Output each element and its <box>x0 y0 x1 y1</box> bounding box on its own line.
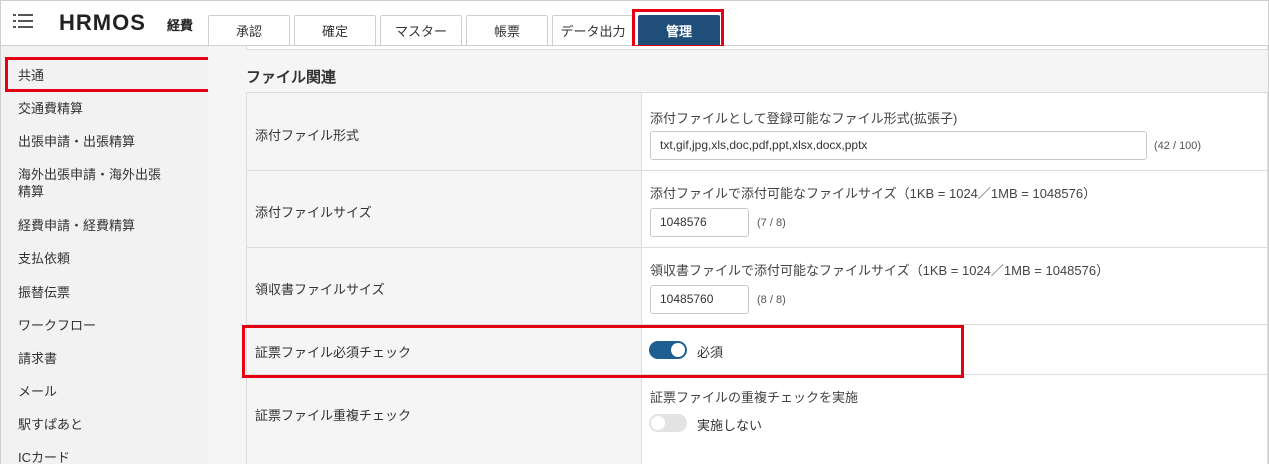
sidebar-item-common[interactable]: 共通 <box>18 67 44 84</box>
receipt-size-input[interactable]: 10485760 <box>650 285 749 314</box>
row-label-cell: 証票ファイル必須チェック <box>247 325 642 374</box>
row-description: 領収書ファイルで添付可能なファイルサイズ（1KB = 1024／1MB = 10… <box>650 263 1110 278</box>
toggle-knob <box>671 343 685 357</box>
row-label-cell: 添付ファイル形式 <box>247 93 642 170</box>
sidebar: 共通 交通費精算 出張申請・出張精算 海外出張申請・海外出張 精算 経費申請・経… <box>1 46 208 464</box>
tab-admin[interactable]: 管理 <box>638 15 720 45</box>
voucher-duplicate-toggle[interactable] <box>649 414 687 432</box>
row-label: 領収書ファイルサイズ <box>255 282 385 297</box>
previous-section-edge <box>246 46 1268 50</box>
sidebar-item-transport-expense[interactable]: 交通費精算 <box>18 100 83 117</box>
row-label: 証票ファイル必須チェック <box>255 345 412 360</box>
sidebar-item-transfer-slip[interactable]: 振替伝票 <box>18 284 70 301</box>
row-label-cell: 添付ファイルサイズ <box>247 171 642 247</box>
row-label-cell: 証票ファイル重複チェック <box>247 375 642 464</box>
tab-approval[interactable]: 承認 <box>208 15 290 45</box>
setting-row-voucher-required: 証票ファイル必須チェック 必須 <box>247 325 1267 375</box>
setting-row-file-size: 添付ファイルサイズ 添付ファイルで添付可能なファイルサイズ（1KB = 1024… <box>247 171 1267 248</box>
row-label: 添付ファイルサイズ <box>255 205 372 220</box>
sidebar-item-business-trip[interactable]: 出張申請・出張精算 <box>18 133 135 150</box>
app-logo: HRMOS <box>59 10 146 35</box>
setting-row-file-format: 添付ファイル形式 添付ファイルとして登録可能なファイル形式(拡張子) txt,g… <box>247 93 1267 171</box>
tab-data-export[interactable]: データ出力 <box>552 15 634 45</box>
char-counter: (42 / 100) <box>1154 140 1202 152</box>
tab-forms[interactable]: 帳票 <box>466 15 548 45</box>
sidebar-item-workflow[interactable]: ワークフロー <box>18 317 96 334</box>
toggle-label: 必須 <box>697 345 724 360</box>
sidebar-item-ic-card[interactable]: ICカード <box>18 449 70 464</box>
sidebar-item-overseas-trip-line2[interactable]: 精算 <box>18 183 44 200</box>
char-counter: (8 / 8) <box>757 294 786 306</box>
toggle-knob <box>651 416 665 430</box>
row-description: 添付ファイルで添付可能なファイルサイズ（1KB = 1024／1MB = 104… <box>650 186 1097 201</box>
row-description: 証票ファイルの重複チェックを実施 <box>650 390 859 405</box>
file-format-input[interactable]: txt,gif,jpg,xls,doc,pdf,ppt,xlsx,docx,pp… <box>650 131 1147 160</box>
row-label-cell: 領収書ファイルサイズ <box>247 248 642 324</box>
sidebar-item-payment-request[interactable]: 支払依頼 <box>18 250 70 267</box>
section-title: ファイル関連 <box>246 69 337 86</box>
main-content: ファイル関連 添付ファイル形式 添付ファイルとして登録可能なファイル形式(拡張子… <box>208 46 1268 464</box>
setting-row-receipt-size: 領収書ファイルサイズ 領収書ファイルで添付可能なファイルサイズ（1KB = 10… <box>247 248 1267 325</box>
settings-table: 添付ファイル形式 添付ファイルとして登録可能なファイル形式(拡張子) txt,g… <box>246 92 1268 464</box>
sidebar-item-overseas-trip[interactable]: 海外出張申請・海外出張 <box>18 166 161 183</box>
sidebar-item-invoice[interactable]: 請求書 <box>18 350 57 367</box>
row-label: 添付ファイル形式 <box>255 128 360 143</box>
row-description: 添付ファイルとして登録可能なファイル形式(拡張子) <box>650 111 958 126</box>
setting-row-voucher-duplicate: 証票ファイル重複チェック 証票ファイルの重複チェックを実施 実施しない <box>247 375 1267 464</box>
sidebar-item-expense[interactable]: 経費申請・経費精算 <box>18 217 135 234</box>
voucher-required-toggle[interactable] <box>649 341 687 359</box>
app-header: HRMOS 経費 承認 確定 マスター 帳票 データ出力 管理 <box>1 1 1268 45</box>
sidebar-item-ekispert[interactable]: 駅すぱあと <box>18 416 83 433</box>
tab-master[interactable]: マスター <box>380 15 462 45</box>
row-label: 証票ファイル重複チェック <box>255 408 412 423</box>
toggle-label: 実施しない <box>697 418 763 433</box>
sidebar-item-mail[interactable]: メール <box>18 383 57 400</box>
main-tabs: 承認 確定 マスター 帳票 データ出力 管理 <box>208 15 724 45</box>
char-counter: (7 / 8) <box>757 217 786 229</box>
hamburger-menu-icon[interactable] <box>13 12 33 30</box>
tab-confirm[interactable]: 確定 <box>294 15 376 45</box>
file-size-input[interactable]: 1048576 <box>650 208 749 237</box>
app-logo-subtitle: 経費 <box>167 18 194 33</box>
